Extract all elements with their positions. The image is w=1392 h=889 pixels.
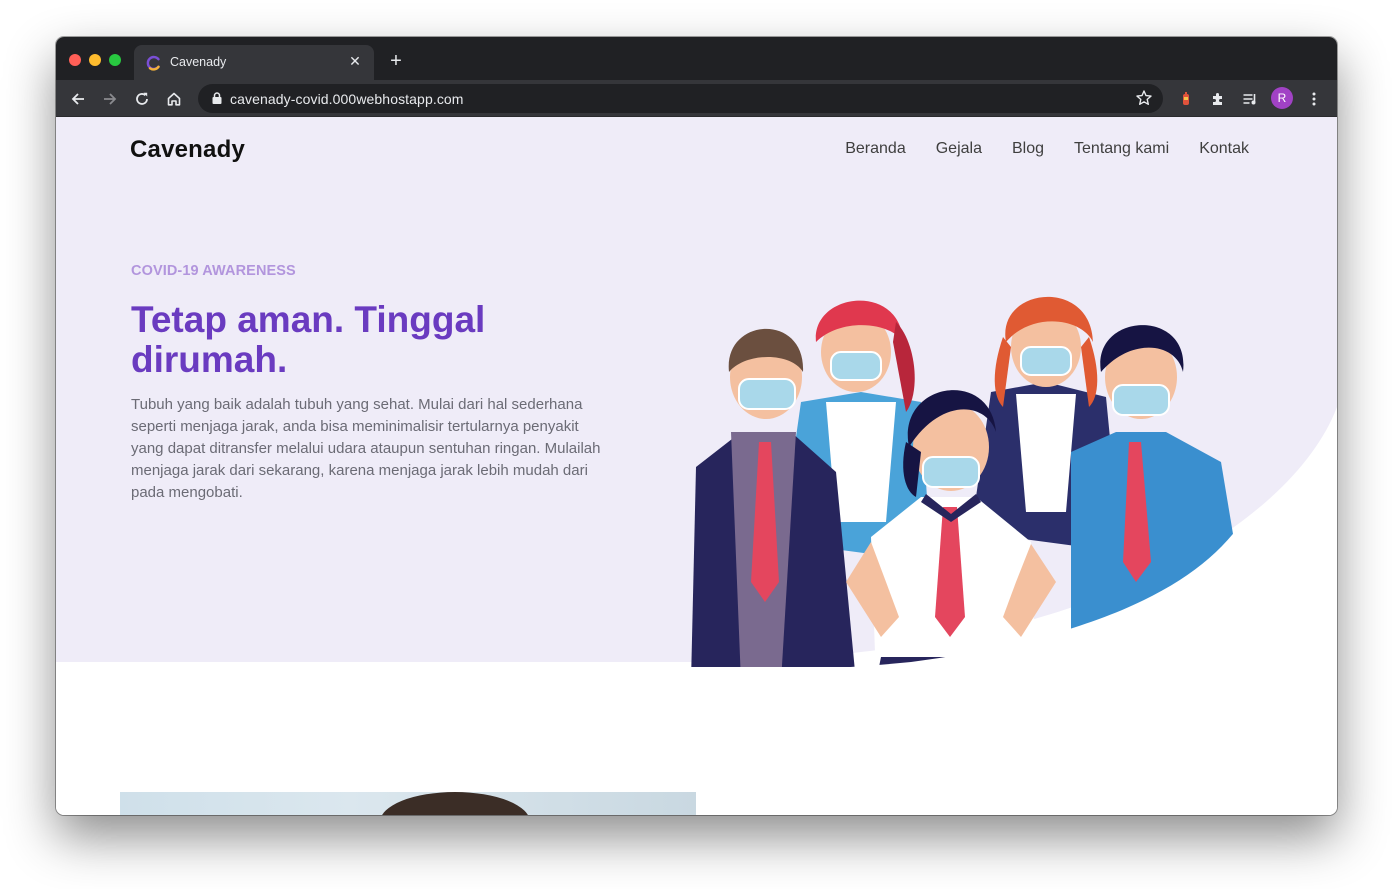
maximize-window-button[interactable] [109, 54, 121, 66]
section-photo [120, 792, 696, 815]
media-control-icon[interactable] [1238, 87, 1262, 111]
nav-link-kontak[interactable]: Kontak [1199, 140, 1249, 158]
hero-eyebrow: COVID-19 AWARENESS [131, 263, 296, 279]
nav-link-blog[interactable]: Blog [1012, 140, 1044, 158]
page-viewport: Cavenady Beranda Gejala Blog Tentang kam… [56, 117, 1337, 815]
person-photo-head [380, 792, 530, 815]
url-text: cavenady-covid.000webhostapp.com [230, 91, 464, 107]
tab-title: Cavenady [170, 55, 227, 69]
site-favicon-icon [146, 55, 160, 71]
browser-toolbar: cavenady-covid.000webhostapp.com R [56, 80, 1337, 117]
nav-link-tentang-kami[interactable]: Tentang kami [1074, 140, 1169, 158]
hero-headline: Tetap aman. Tinggal dirumah. [131, 299, 486, 380]
profile-avatar[interactable]: R [1271, 87, 1293, 109]
lock-icon [212, 92, 222, 104]
extension-icon[interactable] [1174, 87, 1198, 111]
tab-close-icon[interactable]: ✕ [346, 52, 364, 70]
address-bar[interactable]: cavenady-covid.000webhostapp.com [198, 84, 1163, 113]
home-icon[interactable] [162, 87, 186, 111]
browser-tab[interactable]: Cavenady ✕ [134, 45, 374, 80]
site-logo[interactable]: Cavenady [130, 136, 245, 164]
extensions-puzzle-icon[interactable] [1206, 87, 1230, 111]
new-tab-icon[interactable]: + [386, 51, 406, 71]
back-icon[interactable] [66, 87, 90, 111]
browser-menu-icon[interactable] [1302, 87, 1326, 111]
minimize-window-button[interactable] [89, 54, 101, 66]
browser-window: Cavenady ✕ + cavenady-covid.000webhostap… [56, 37, 1337, 815]
tab-strip: Cavenady ✕ + [56, 37, 1337, 80]
masked-people-illustration [691, 296, 1241, 667]
bookmark-star-icon[interactable] [1135, 89, 1153, 107]
main-nav: Beranda Gejala Blog Tentang kami Kontak [845, 140, 1249, 158]
forward-icon[interactable] [98, 87, 122, 111]
hero-description: Tubuh yang baik adalah tubuh yang sehat.… [131, 396, 601, 501]
close-window-button[interactable] [69, 54, 81, 66]
nav-link-gejala[interactable]: Gejala [936, 140, 982, 158]
reload-icon[interactable] [130, 87, 154, 111]
nav-link-beranda[interactable]: Beranda [845, 140, 906, 158]
